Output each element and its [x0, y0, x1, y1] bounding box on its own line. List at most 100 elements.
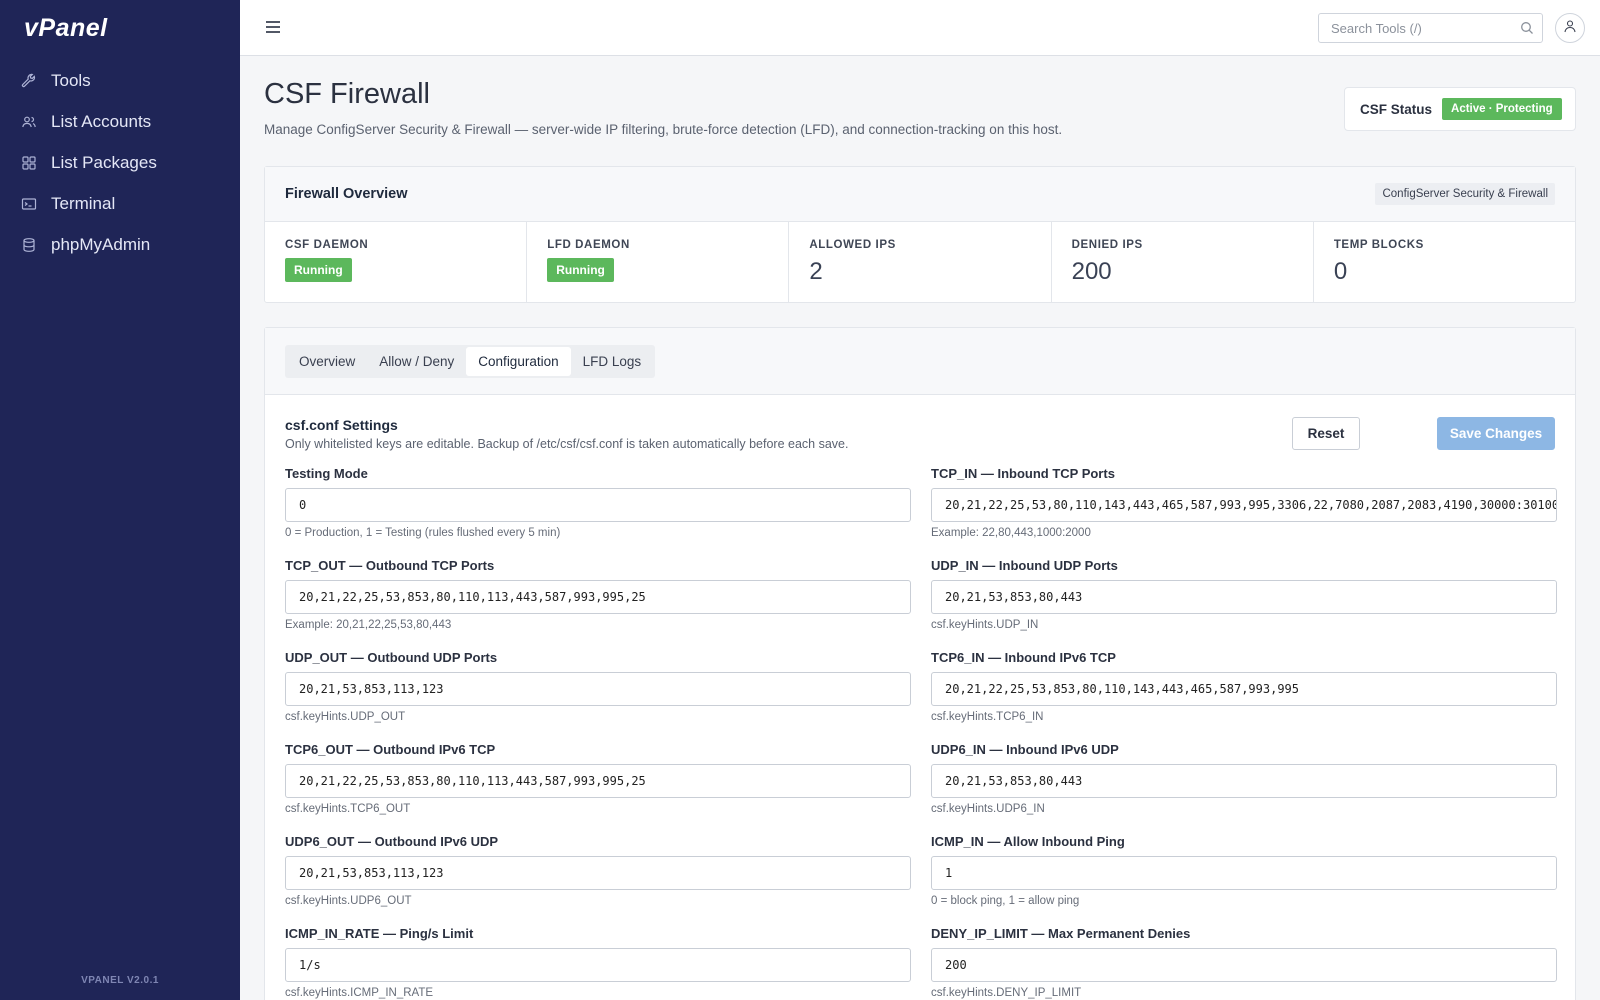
stat-allowed-ips: ALLOWED IPS 2: [789, 222, 1052, 303]
tab-lfd-logs[interactable]: LFD Logs: [571, 347, 654, 376]
testing-mode-input[interactable]: [285, 488, 911, 522]
field-hint: csf.keyHints.UDP_OUT: [285, 711, 406, 723]
icmp-in-input[interactable]: [931, 856, 1557, 890]
field-hint: Example: 22,80,443,1000:2000: [931, 527, 1091, 539]
save-changes-button[interactable]: Save Changes: [1437, 417, 1555, 450]
field-label: TCP6_IN — Inbound IPv6 TCP: [931, 650, 1116, 665]
configuration-card: Overview Allow / Deny Configuration LFD …: [264, 327, 1576, 1000]
stat-temp-blocks: TEMP BLOCKS 0: [1314, 222, 1575, 303]
field-label: UDP6_OUT — Outbound IPv6 UDP: [285, 834, 499, 849]
field-hint: 0 = block ping, 1 = allow ping: [931, 895, 1080, 907]
sidebar-item-list-accounts[interactable]: List Accounts: [0, 101, 240, 142]
field-label: UDP6_IN — Inbound IPv6 UDP: [931, 742, 1119, 757]
field-udp-out: UDP_OUT — Outbound UDP Ports csf.keyHint…: [285, 651, 911, 743]
app-logo[interactable]: vPanel: [24, 14, 108, 43]
sidebar-item-label: Terminal: [51, 193, 116, 213]
field-tcp-in: TCP_IN — Inbound TCP Ports Example: 22,8…: [931, 467, 1557, 559]
field-label: UDP_OUT — Outbound UDP Ports: [285, 650, 498, 665]
field-label: ICMP_IN — Allow Inbound Ping: [931, 834, 1125, 849]
config-title: csf.conf Settings: [285, 417, 398, 433]
search-input[interactable]: [1319, 14, 1509, 42]
page-description: Manage ConfigServer Security & Firewall …: [264, 122, 1063, 137]
field-udp6-out: UDP6_OUT — Outbound IPv6 UDP csf.keyHint…: [285, 835, 911, 927]
field-udp6-in: UDP6_IN — Inbound IPv6 UDP csf.keyHints.…: [931, 743, 1557, 835]
sidebar-item-phpmyadmin[interactable]: phpMyAdmin: [0, 224, 240, 265]
udp6-out-input[interactable]: [285, 856, 911, 890]
wrench-icon: [21, 73, 37, 89]
field-label: TCP_IN — Inbound TCP Ports: [931, 466, 1115, 481]
config-header: csf.conf Settings Only whitelisted keys …: [265, 395, 1575, 467]
sidebar: vPanel Tools List Accounts List Packages…: [0, 0, 240, 1000]
field-hint: csf.keyHints.UDP6_OUT: [285, 895, 412, 907]
tcp6-in-input[interactable]: [931, 672, 1557, 706]
csf-status-label: CSF Status: [1360, 101, 1433, 117]
sidebar-item-tools[interactable]: Tools: [0, 60, 240, 101]
field-tcp6-out: TCP6_OUT — Outbound IPv6 TCP csf.keyHint…: [285, 743, 911, 835]
search-box: [1318, 13, 1543, 43]
stat-value: 200: [1071, 258, 1112, 285]
stat-lfd-daemon: LFD DAEMON Running: [527, 222, 790, 303]
page-title: CSF Firewall: [264, 78, 430, 110]
tab-allow-deny[interactable]: Allow / Deny: [367, 347, 466, 376]
stat-label: CSF DAEMON: [285, 239, 369, 251]
stat-label: LFD DAEMON: [547, 239, 630, 251]
terminal-icon: [21, 196, 37, 212]
udp-out-input[interactable]: [285, 672, 911, 706]
config-fields-grid: Testing Mode 0 = Production, 1 = Testing…: [285, 467, 1557, 1000]
field-icmp-in-rate: ICMP_IN_RATE — Ping/s Limit csf.keyHints…: [285, 927, 911, 1000]
tcp6-out-input[interactable]: [285, 764, 911, 798]
users-icon: [21, 114, 37, 130]
tab-overview[interactable]: Overview: [287, 347, 367, 376]
overview-tag: ConfigServer Security & Firewall: [1375, 183, 1555, 205]
field-label: ICMP_IN_RATE — Ping/s Limit: [285, 926, 474, 941]
config-subtitle: Only whitelisted keys are editable. Back…: [285, 437, 849, 451]
status-badge: Running: [547, 258, 614, 282]
reset-button[interactable]: Reset: [1292, 417, 1360, 450]
stat-value: 0: [1333, 258, 1348, 285]
sidebar-item-label: phpMyAdmin: [51, 234, 151, 254]
udp-in-input[interactable]: [931, 580, 1557, 614]
field-label: DENY_IP_LIMIT — Max Permanent Denies: [931, 926, 1191, 941]
stat-denied-ips: DENIED IPS 200: [1052, 222, 1314, 303]
database-icon: [21, 237, 37, 253]
sidebar-item-list-packages[interactable]: List Packages: [0, 142, 240, 183]
deny-ip-limit-input[interactable]: [931, 948, 1557, 982]
field-deny-ip-limit: DENY_IP_LIMIT — Max Permanent Denies csf…: [931, 927, 1557, 1000]
stat-label: DENIED IPS: [1071, 239, 1143, 251]
field-hint: csf.keyHints.UDP6_IN: [931, 803, 1045, 815]
field-label: Testing Mode: [285, 466, 368, 481]
user-icon: [1563, 19, 1577, 38]
overview-title: Firewall Overview: [285, 186, 408, 202]
tcp-out-input[interactable]: [285, 580, 911, 614]
tab-bar-container: Overview Allow / Deny Configuration LFD …: [265, 328, 1575, 395]
status-badge: Active · Protecting: [1442, 98, 1562, 120]
field-label: TCP_OUT — Outbound TCP Ports: [285, 558, 495, 573]
udp6-in-input[interactable]: [931, 764, 1557, 798]
sidebar-item-label: List Packages: [51, 152, 157, 172]
field-testing-mode: Testing Mode 0 = Production, 1 = Testing…: [285, 467, 911, 559]
field-hint: csf.keyHints.ICMP_IN_RATE: [285, 987, 434, 999]
stat-label: ALLOWED IPS: [809, 239, 896, 251]
menu-toggle-icon[interactable]: [264, 18, 282, 36]
field-tcp-out: TCP_OUT — Outbound TCP Ports Example: 20…: [285, 559, 911, 651]
search-icon[interactable]: [1520, 21, 1534, 40]
sidebar-item-terminal[interactable]: Terminal: [0, 183, 240, 224]
field-hint: 0 = Production, 1 = Testing (rules flush…: [285, 527, 561, 539]
grid-icon: [21, 155, 37, 171]
field-hint: Example: 20,21,22,25,53,80,443: [285, 619, 452, 631]
field-label: UDP_IN — Inbound UDP Ports: [931, 558, 1118, 573]
tab-configuration[interactable]: Configuration: [466, 347, 571, 376]
tcp-in-input[interactable]: [931, 488, 1557, 522]
field-hint: csf.keyHints.UDP_IN: [931, 619, 1039, 631]
icmp-in-rate-input[interactable]: [285, 948, 911, 982]
firewall-overview-card: Firewall Overview ConfigServer Security …: [264, 166, 1576, 303]
field-hint: csf.keyHints.TCP6_IN: [931, 711, 1044, 723]
field-icmp-in: ICMP_IN — Allow Inbound Ping 0 = block p…: [931, 835, 1557, 927]
csf-status-box: CSF Status Active · Protecting: [1344, 87, 1576, 131]
status-badge: Running: [285, 258, 352, 282]
field-tcp6-in: TCP6_IN — Inbound IPv6 TCP csf.keyHints.…: [931, 651, 1557, 743]
stats-row: CSF DAEMON Running LFD DAEMON Running AL…: [265, 222, 1575, 303]
stat-label: TEMP BLOCKS: [1333, 239, 1424, 251]
field-hint: csf.keyHints.DENY_IP_LIMIT: [931, 987, 1082, 999]
user-avatar-button[interactable]: [1555, 13, 1585, 43]
